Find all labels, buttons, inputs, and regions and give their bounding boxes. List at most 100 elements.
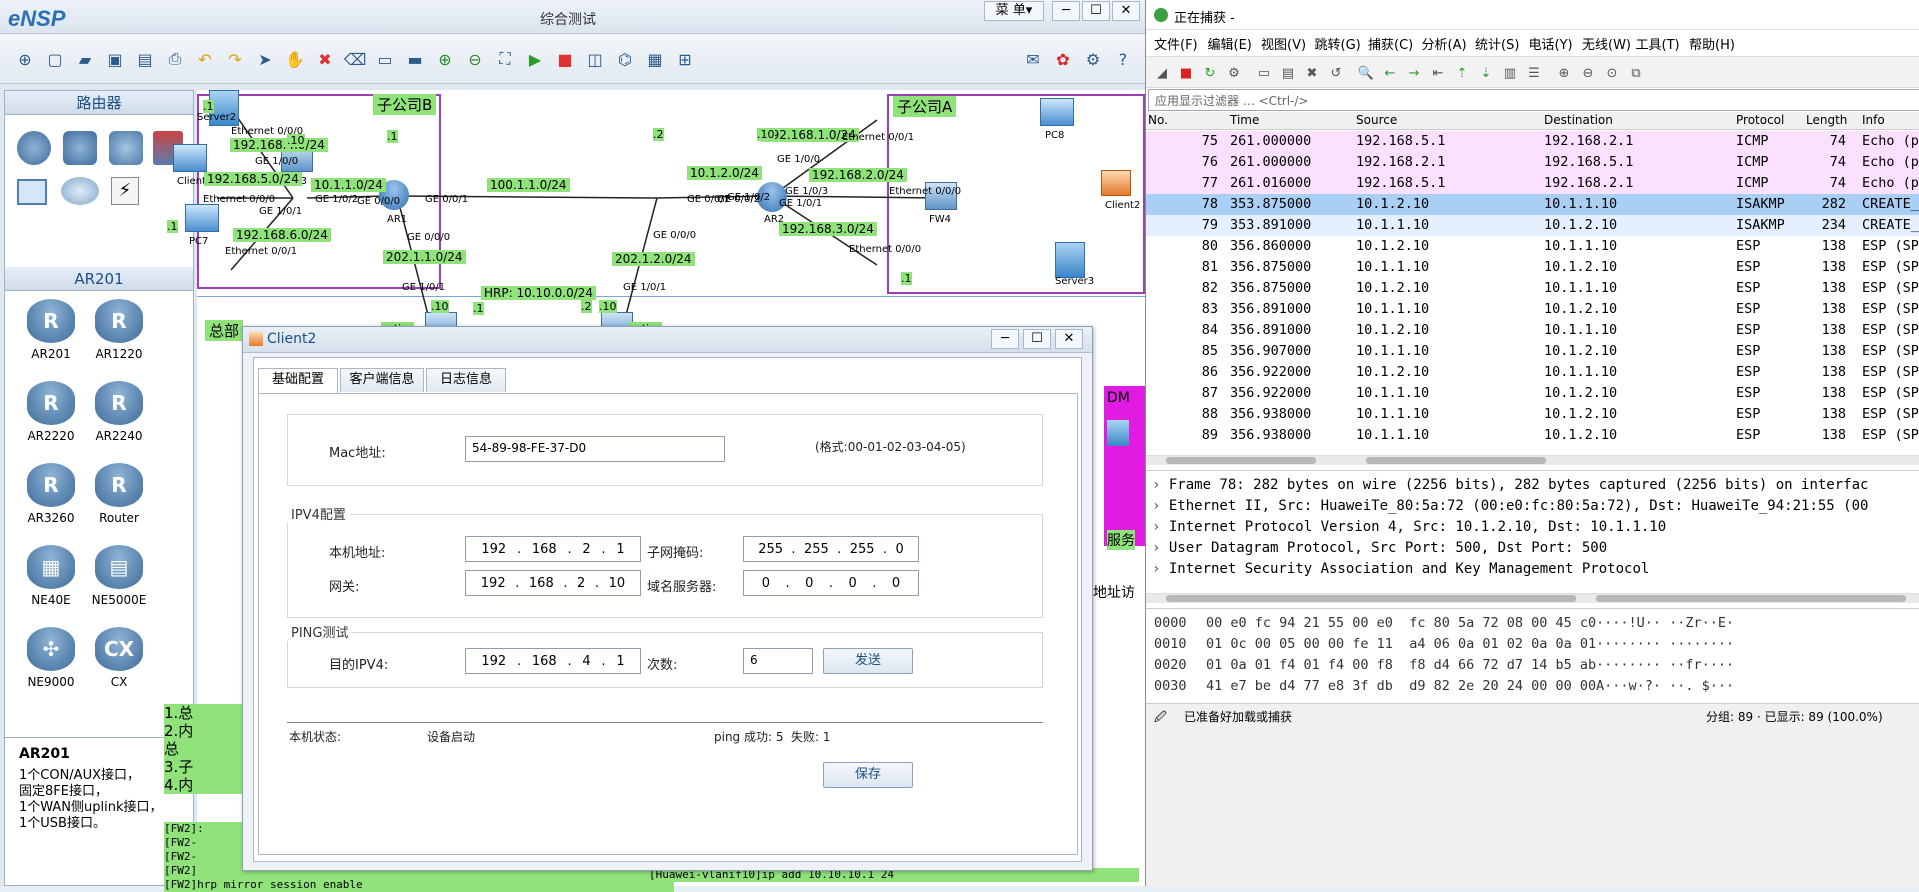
count-field[interactable]: 6 — [743, 648, 813, 674]
chat-icon[interactable]: ✉ — [1020, 46, 1046, 72]
device-item[interactable]: R AR201 — [21, 299, 81, 361]
link-category-icon[interactable]: ⚡ — [111, 177, 139, 205]
packet-row[interactable]: 83 356.891000 10.1.1.10 10.1.2.10 ESP 138 ESP … — [1146, 299, 1919, 320]
menu-item[interactable]: 统计(S) — [1475, 34, 1519, 53]
col-time[interactable]: Time — [1230, 113, 1259, 127]
cloud-category-icon[interactable] — [61, 177, 99, 205]
packet-row[interactable]: 88 356.938000 10.1.1.10 10.1.2.10 ESP 138 ESP … — [1146, 404, 1919, 425]
device-item[interactable]: ✣ NE9000 — [21, 627, 81, 689]
router-category-icon[interactable] — [17, 131, 51, 165]
start-icon[interactable]: ▶ — [522, 46, 548, 72]
ensp-menu-button[interactable]: 菜 单▾ — [984, 1, 1044, 21]
pc7-icon[interactable] — [185, 204, 219, 232]
save-as-icon[interactable]: ▤ — [132, 46, 158, 72]
packet-list-hscroll[interactable] — [1146, 455, 1919, 465]
stop-icon[interactable]: ■ — [1176, 64, 1196, 82]
redo-icon[interactable]: ↷ — [222, 46, 248, 72]
colorize-icon[interactable]: ☰ — [1524, 64, 1544, 82]
packet-row[interactable]: 78 353.875000 10.1.2.10 10.1.1.10 ISAKMP 282 C… — [1146, 194, 1919, 215]
mask-field[interactable]: 255. 255. 255. 0 — [743, 536, 919, 562]
device-item[interactable]: R AR1220 — [89, 299, 149, 361]
device-item[interactable]: ▦ NE40E — [21, 545, 81, 607]
client2-close-button[interactable]: ✕ — [1055, 329, 1083, 349]
reload-icon[interactable]: ↺ — [1326, 64, 1346, 82]
expand-chevron-icon[interactable]: › — [1152, 540, 1169, 556]
switch-category-icon[interactable] — [63, 131, 97, 165]
close-file-icon[interactable]: ✖ — [1302, 64, 1322, 82]
col-source[interactable]: Source — [1356, 113, 1397, 127]
detail-row[interactable]: › Frame 78: 282 bytes on wire (2256 bits… — [1146, 477, 1919, 498]
packet-row[interactable]: 82 356.875000 10.1.2.10 10.1.1.10 ESP 138 ESP … — [1146, 278, 1919, 299]
dst-ip-field[interactable]: 192. 168. 4. 1 — [465, 648, 641, 674]
tab-client-info[interactable]: 客户端信息 — [340, 368, 424, 392]
forward-icon[interactable]: → — [1404, 64, 1424, 82]
device-item[interactable]: R AR3260 — [21, 463, 81, 525]
menu-item[interactable]: 文件(F) — [1154, 34, 1198, 53]
server3-icon[interactable] — [1055, 242, 1085, 278]
autoscroll-icon[interactable]: ▥ — [1500, 64, 1520, 82]
packet-row[interactable]: 89 356.938000 10.1.1.10 10.1.2.10 ESP 138 ESP … — [1146, 425, 1919, 446]
ip-field[interactable]: 192. 168. 2. 1 — [465, 536, 641, 562]
menu-item[interactable]: 无线(W) — [1582, 34, 1631, 53]
open-icon[interactable]: ▰ — [72, 46, 98, 72]
zoom-reset-icon[interactable]: ⊙ — [1602, 64, 1622, 82]
packet-row[interactable]: 76 261.000000 192.168.2.1 192.168.5.1 ICMP 74… — [1146, 152, 1919, 173]
menu-item[interactable]: 分析(A) — [1422, 34, 1467, 53]
packet-row[interactable]: 80 356.860000 10.1.2.10 10.1.1.10 ESP 138 ESP … — [1146, 236, 1919, 257]
detail-row[interactable]: › Ethernet II, Src: HuaweiTe_80:5a:72 (0… — [1146, 498, 1919, 519]
capture-icon[interactable]: ◫ — [582, 46, 608, 72]
select-icon[interactable]: ➤ — [252, 46, 278, 72]
menu-item[interactable]: 视图(V) — [1261, 34, 1306, 53]
ensp-maximize-button[interactable]: ☐ — [1082, 1, 1110, 21]
zoom-out-icon[interactable]: ⊖ — [462, 46, 488, 72]
ensp-minimize-button[interactable]: ─ — [1052, 1, 1080, 21]
pan-icon[interactable]: ✋ — [282, 46, 308, 72]
zoom-in-icon[interactable]: ⊕ — [1554, 64, 1574, 82]
zoom-in-icon[interactable]: ⊕ — [432, 46, 458, 72]
col-no[interactable]: No. — [1148, 113, 1168, 127]
rect-icon[interactable]: ▬ — [402, 46, 428, 72]
dns-field[interactable]: 0.0.0.0 — [743, 570, 919, 596]
detail-row[interactable]: › User Datagram Protocol, Src Port: 500,… — [1146, 540, 1919, 561]
zoom-out-icon[interactable]: ⊖ — [1578, 64, 1598, 82]
huawei-icon[interactable]: ✿ — [1050, 46, 1076, 72]
delete-icon[interactable]: ✖ — [312, 46, 338, 72]
device-item[interactable]: R Router — [89, 463, 149, 525]
col-protocol[interactable]: Protocol — [1736, 113, 1784, 127]
help-icon[interactable]: ? — [1110, 46, 1136, 72]
col-destination[interactable]: Destination — [1544, 113, 1613, 127]
expand-chevron-icon[interactable]: › — [1152, 561, 1169, 577]
pc8-icon[interactable] — [1040, 98, 1074, 126]
options-icon[interactable]: ⚙ — [1224, 64, 1244, 82]
shark-fin-icon[interactable]: ◢ — [1152, 64, 1172, 82]
back-icon[interactable]: ← — [1380, 64, 1400, 82]
packet-row[interactable]: 81 356.875000 10.1.1.10 10.1.2.10 ESP 138 ESP … — [1146, 257, 1919, 278]
goto-icon[interactable]: ⇤ — [1428, 64, 1448, 82]
gateway-field[interactable]: 192. 168. 2. 10 — [465, 570, 641, 596]
expand-chevron-icon[interactable]: › — [1152, 519, 1169, 535]
topo-icon[interactable]: ⌬ — [612, 46, 638, 72]
print-icon[interactable]: ⎙ — [162, 46, 188, 72]
add-topo-icon[interactable]: ⊕ — [12, 46, 38, 72]
device-category-header[interactable]: 路由器 — [5, 91, 193, 115]
save-icon[interactable]: ▣ — [102, 46, 128, 72]
expand-chevron-icon[interactable]: › — [1152, 477, 1169, 493]
fit-icon[interactable]: ⛶ — [492, 46, 518, 72]
settings-icon[interactable]: ⚙ — [1080, 46, 1106, 72]
packet-row[interactable]: 87 356.922000 10.1.1.10 10.1.2.10 ESP 138 ESP … — [1146, 383, 1919, 404]
menu-item[interactable]: 捕获(C) — [1368, 34, 1413, 53]
stop-icon[interactable]: ■ — [552, 46, 578, 72]
col-info[interactable]: Info — [1862, 113, 1885, 127]
grid-icon[interactable]: ▦ — [642, 46, 668, 72]
menu-item[interactable]: 帮助(H) — [1689, 34, 1735, 53]
packet-row[interactable]: 79 353.891000 10.1.1.10 10.1.2.10 ISAKMP 234 C… — [1146, 215, 1919, 236]
client3-icon[interactable] — [173, 144, 207, 172]
console-icon[interactable]: ⊞ — [672, 46, 698, 72]
packet-row[interactable]: 86 356.922000 10.1.2.10 10.1.1.10 ESP 138 ESP … — [1146, 362, 1919, 383]
text-icon[interactable]: ▭ — [372, 46, 398, 72]
packet-details-hscroll[interactable] — [1146, 593, 1919, 603]
menu-item[interactable]: 跳转(G) — [1315, 34, 1361, 53]
save-file-icon[interactable]: ▤ — [1278, 64, 1298, 82]
device-item[interactable]: R AR2220 — [21, 381, 81, 443]
tab-log-info[interactable]: 日志信息 — [426, 368, 506, 392]
